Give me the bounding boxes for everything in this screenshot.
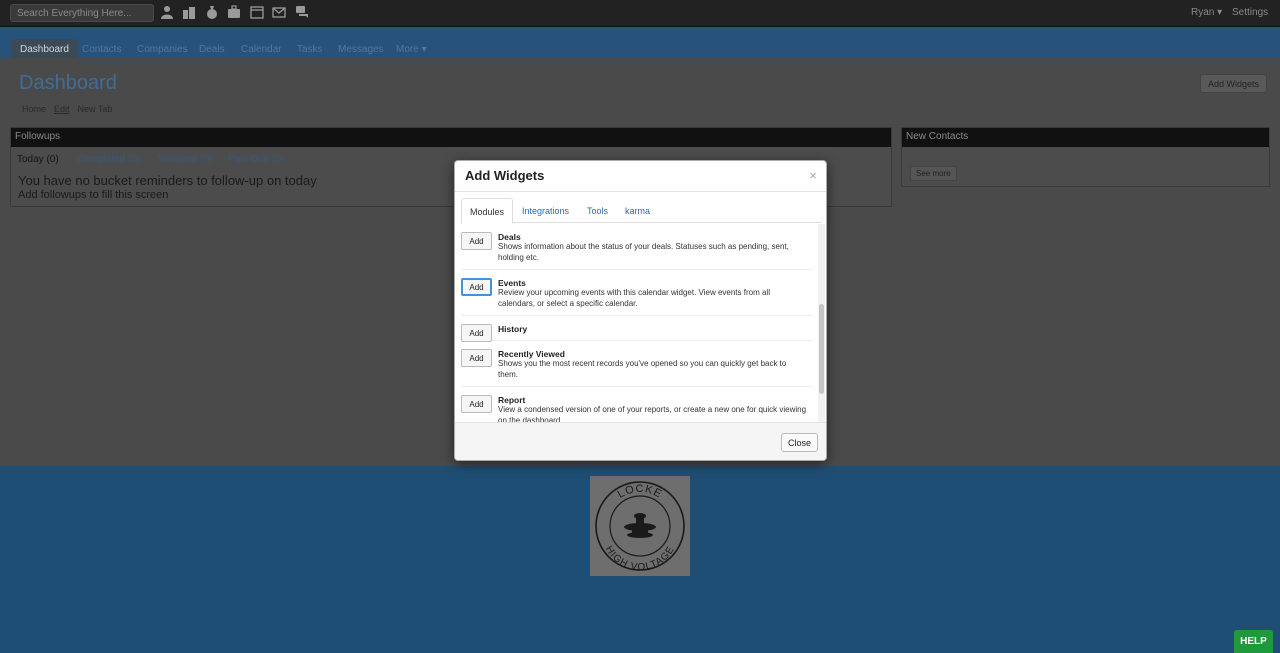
see-more-button[interactable]: See more bbox=[910, 166, 957, 181]
new-contacts-panel: New Contacts See more bbox=[901, 127, 1270, 187]
scrollbar-thumb[interactable] bbox=[819, 304, 824, 394]
nav-tab-deals[interactable]: Deals bbox=[199, 39, 225, 58]
top-bar: Ryan ▾ Settings bbox=[0, 0, 1280, 27]
widget-name: Events bbox=[498, 278, 526, 288]
envelope-icon[interactable] bbox=[272, 5, 286, 19]
followups-tab-today[interactable]: Today (0) bbox=[17, 154, 59, 165]
breadcrumb-edit[interactable]: Edit bbox=[54, 104, 70, 114]
locke-high-voltage-logo: LOCKE HIGH VOLTAGE bbox=[590, 476, 690, 576]
followups-empty-message: You have no bucket reminders to follow-u… bbox=[18, 173, 317, 188]
widget-item-events: Add Events Review your upcoming events w… bbox=[461, 270, 813, 316]
page-title: Dashboard bbox=[19, 72, 117, 94]
widget-name: Recently Viewed bbox=[498, 349, 565, 359]
modal-header: Add Widgets × bbox=[455, 161, 826, 192]
money-bag-icon[interactable] bbox=[205, 5, 219, 19]
logo-text-bottom: HIGH VOLTAGE bbox=[603, 544, 676, 573]
widget-name: History bbox=[498, 324, 528, 334]
widget-name: Deals bbox=[498, 232, 521, 242]
widget-name: Report bbox=[498, 395, 526, 405]
add-report-button[interactable]: Add bbox=[461, 395, 492, 413]
help-button[interactable]: HELP bbox=[1234, 630, 1273, 653]
widget-description: Shows information about the status of yo… bbox=[498, 242, 789, 262]
nav-tab-dashboard[interactable]: Dashboard bbox=[11, 39, 78, 58]
building-icon[interactable] bbox=[182, 5, 196, 19]
tab-tools[interactable]: Tools bbox=[587, 198, 608, 223]
followups-empty-hint: Add followups to fill this screen bbox=[18, 189, 169, 201]
chat-icon[interactable] bbox=[295, 5, 309, 19]
widget-item-deals: Add Deals Shows information about the st… bbox=[461, 224, 813, 270]
nav-tab-tasks[interactable]: Tasks bbox=[297, 39, 323, 58]
nav-tab-more[interactable]: More ▾ bbox=[396, 39, 427, 58]
settings-link[interactable]: Settings bbox=[1232, 7, 1268, 18]
followups-tab-snoozed[interactable]: Snoozed (0) bbox=[158, 154, 212, 165]
new-contacts-title: New Contacts bbox=[902, 128, 1269, 147]
user-menu-label: Ryan bbox=[1191, 7, 1215, 18]
tab-modules[interactable]: Modules bbox=[461, 198, 514, 224]
user-menu[interactable]: Ryan ▾ bbox=[1191, 7, 1222, 18]
close-button[interactable]: Close bbox=[781, 433, 818, 452]
breadcrumb-new-tab[interactable]: New Tab bbox=[78, 104, 113, 114]
add-recently-viewed-button[interactable]: Add bbox=[461, 349, 492, 367]
widget-item-recently-viewed: Add Recently Viewed Shows you the most r… bbox=[461, 341, 813, 387]
main-nav: Dashboard Contacts Companies Deals Calen… bbox=[0, 27, 1280, 58]
add-events-button[interactable]: Add bbox=[461, 278, 492, 296]
svg-text:HIGH VOLTAGE: HIGH VOLTAGE bbox=[603, 544, 677, 573]
add-deals-button[interactable]: Add bbox=[461, 232, 492, 250]
add-widgets-modal: Add Widgets × Modules Integrations Tools… bbox=[454, 160, 827, 461]
add-history-button[interactable]: Add bbox=[461, 324, 492, 342]
chevron-down-icon: ▾ bbox=[1217, 7, 1223, 18]
chevron-down-icon: ▾ bbox=[421, 44, 427, 55]
followups-title: Followups bbox=[11, 128, 891, 147]
add-widgets-button[interactable]: Add Widgets bbox=[1200, 74, 1268, 93]
tab-integrations[interactable]: Integrations bbox=[522, 198, 569, 223]
modal-tabs: Modules Integrations Tools karma bbox=[461, 198, 822, 224]
briefcase-icon[interactable] bbox=[227, 5, 241, 19]
widget-description: Review your upcoming events with this ca… bbox=[498, 288, 770, 308]
tab-karma[interactable]: karma bbox=[625, 198, 650, 223]
nav-tab-messages[interactable]: Messages bbox=[338, 39, 384, 58]
close-icon[interactable]: × bbox=[809, 168, 817, 183]
widget-list-scrollbar[interactable] bbox=[818, 224, 825, 422]
widget-list: Add Deals Shows information about the st… bbox=[461, 224, 821, 422]
widget-description: View a condensed version of one of your … bbox=[498, 405, 807, 422]
nav-tab-calendar[interactable]: Calendar bbox=[241, 39, 282, 58]
breadcrumb: Home Edit New Tab bbox=[22, 104, 120, 114]
modal-footer: Close bbox=[455, 422, 826, 460]
calendar-icon[interactable] bbox=[250, 5, 264, 19]
followups-tab-past-due[interactable]: Past Due (0) bbox=[228, 154, 284, 165]
global-search-input[interactable] bbox=[10, 4, 154, 22]
nav-more-label: More bbox=[396, 44, 419, 55]
user-icon[interactable] bbox=[160, 5, 174, 19]
widget-item-report: Add Report View a condensed version of o… bbox=[461, 387, 813, 422]
modal-title: Add Widgets bbox=[465, 168, 545, 183]
nav-tab-companies[interactable]: Companies bbox=[137, 39, 188, 58]
widget-description: Shows you the most recent records you've… bbox=[498, 359, 787, 379]
widget-item-history: Add History bbox=[461, 316, 813, 342]
breadcrumb-home[interactable]: Home bbox=[22, 104, 46, 114]
followups-tab-completed[interactable]: Completed (0) bbox=[77, 154, 140, 165]
nav-tab-contacts[interactable]: Contacts bbox=[82, 39, 121, 58]
